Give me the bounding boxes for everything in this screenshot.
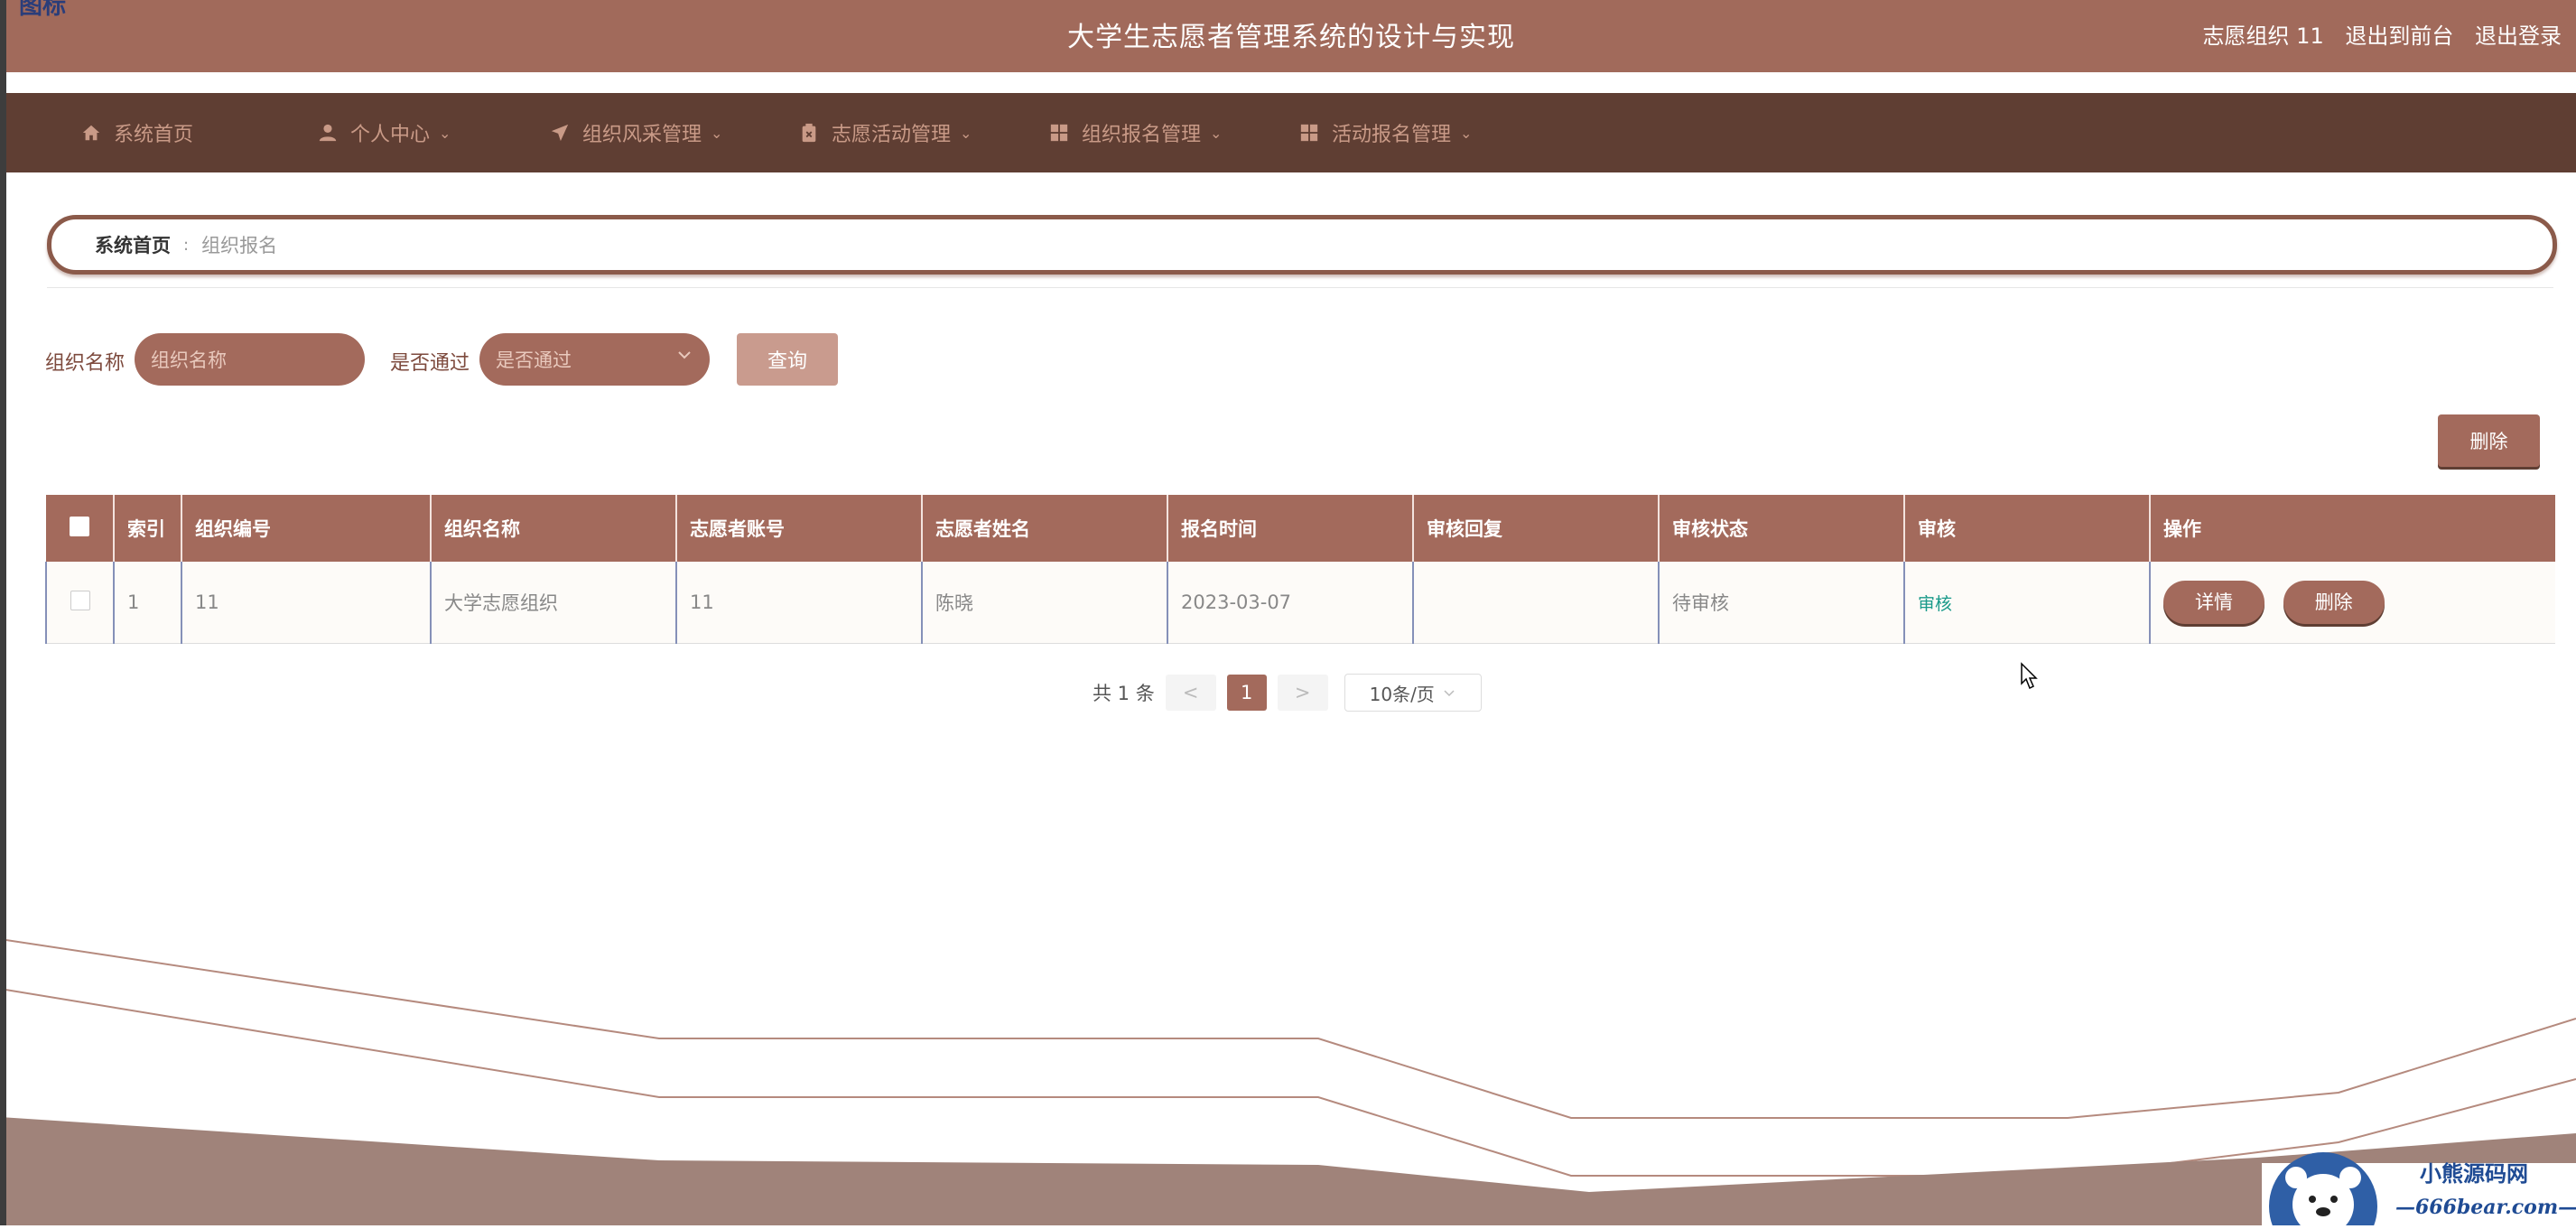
chevron-down-icon bbox=[1444, 690, 1455, 697]
page-size-value: 10条/页 bbox=[1369, 683, 1435, 705]
pass-placeholder: 是否通过 bbox=[496, 349, 572, 371]
nav-item-org-style[interactable]: 组织风采管理 ⌄ bbox=[550, 93, 722, 172]
page-size-select[interactable]: 10条/页 bbox=[1344, 674, 1482, 712]
user-icon bbox=[319, 124, 337, 142]
page-number[interactable]: 1 bbox=[1226, 675, 1267, 711]
batch-delete-button[interactable]: 删除 bbox=[2438, 414, 2540, 467]
org-name-input[interactable]: 组织名称 bbox=[135, 333, 365, 386]
column-header: 索引 bbox=[113, 495, 181, 562]
prev-page-button[interactable]: < bbox=[1165, 675, 1216, 711]
clipboard-icon bbox=[802, 123, 816, 143]
nav-label: 组织风采管理 bbox=[582, 124, 702, 146]
detail-button[interactable]: 详情 bbox=[2163, 581, 2264, 624]
column-header: 组织编号 bbox=[181, 495, 431, 562]
cell-index: 1 bbox=[113, 562, 181, 644]
breadcrumb-home[interactable]: 系统首页 bbox=[95, 231, 171, 258]
chevron-down-icon: ⌄ bbox=[439, 124, 451, 142]
chevron-down-icon: ⌄ bbox=[1460, 124, 1473, 142]
watermark-url: —666bear.com— bbox=[2395, 1196, 2576, 1219]
logout-link[interactable]: 退出登录 bbox=[2475, 23, 2562, 49]
column-header: 审核回复 bbox=[1412, 495, 1659, 562]
nav-item-volunteer-activity[interactable]: 志愿活动管理 ⌄ bbox=[799, 93, 972, 172]
nav-item-org-signup[interactable]: 组织报名管理 ⌄ bbox=[1049, 93, 1222, 172]
bear-logo-icon: 小熊源码网 —666bear.com— bbox=[2262, 1152, 2576, 1229]
select-all-cell bbox=[46, 495, 114, 562]
next-page-button[interactable]: > bbox=[1277, 675, 1328, 711]
org-name-label: 组织名称 bbox=[45, 352, 126, 375]
cell-status: 待审核 bbox=[1658, 562, 1904, 644]
nav-item-activity-signup[interactable]: 活动报名管理 ⌄ bbox=[1299, 93, 1472, 172]
chevron-down-icon: ⌄ bbox=[960, 124, 972, 142]
nav-label: 个人中心 bbox=[350, 124, 431, 146]
grid-icon bbox=[1300, 124, 1318, 142]
grid-icon bbox=[1050, 124, 1068, 142]
audit-link[interactable]: 审核 bbox=[1918, 594, 1952, 614]
cell-reply bbox=[1412, 562, 1659, 644]
table-row: 1 11 大学志愿组织 11 陈晓 2023-03-07 待审核 审核 详情 删… bbox=[45, 562, 2555, 644]
user-area: 志愿组织 11 退出到前台 退出登录 bbox=[2189, 18, 2562, 50]
column-header: 志愿者姓名 bbox=[921, 495, 1167, 562]
pass-label: 是否通过 bbox=[390, 352, 470, 375]
org-name-placeholder: 组织名称 bbox=[151, 349, 227, 371]
cell-actions: 详情 删除 bbox=[2149, 562, 2555, 644]
nav-label: 组织报名管理 bbox=[1082, 124, 1202, 146]
watermark-title: 小熊源码网 bbox=[2420, 1160, 2528, 1187]
decorative-background-waves bbox=[0, 938, 2576, 1225]
total-count: 共 1 条 bbox=[1093, 683, 1155, 704]
column-header: 志愿者账号 bbox=[675, 495, 922, 562]
column-header: 操作 bbox=[2149, 495, 2555, 562]
nav-label: 活动报名管理 bbox=[1332, 124, 1452, 146]
pagination: 共 1 条 < 1 > 10条/页 bbox=[1093, 674, 1482, 712]
home-icon bbox=[82, 125, 100, 141]
row-checkbox[interactable] bbox=[70, 590, 90, 610]
signup-table: 索引 组织编号 组织名称 志愿者账号 志愿者姓名 报名时间 审核回复 审核状态 … bbox=[45, 495, 2555, 644]
cell-time: 2023-03-07 bbox=[1167, 562, 1413, 644]
cell-org-name: 大学志愿组织 bbox=[430, 562, 676, 644]
table-header-row: 索引 组织编号 组织名称 志愿者账号 志愿者姓名 报名时间 审核回复 审核状态 … bbox=[46, 495, 2555, 562]
current-user: 志愿组织 11 bbox=[2202, 23, 2324, 49]
send-icon bbox=[551, 124, 569, 142]
chevron-down-icon: ⌄ bbox=[711, 124, 723, 142]
nav-item-profile[interactable]: 个人中心 ⌄ bbox=[318, 93, 451, 172]
column-header: 组织名称 bbox=[430, 495, 676, 562]
query-button[interactable]: 查询 bbox=[737, 333, 838, 386]
breadcrumb: 系统首页 : 组织报名 bbox=[47, 215, 2557, 275]
cell-org-no: 11 bbox=[181, 562, 431, 644]
chevron-down-icon: ⌄ bbox=[1210, 124, 1223, 142]
window-edge bbox=[0, 0, 6, 1225]
mouse-cursor bbox=[2021, 662, 2038, 690]
chevron-down-icon bbox=[675, 346, 693, 368]
exit-to-front-link[interactable]: 退出到前台 bbox=[2345, 23, 2453, 49]
divider bbox=[47, 287, 2553, 288]
column-header: 报名时间 bbox=[1167, 495, 1413, 562]
cell-account: 11 bbox=[675, 562, 922, 644]
select-all-checkbox[interactable] bbox=[70, 516, 89, 536]
nav-label: 系统首页 bbox=[114, 124, 194, 146]
nav-label: 志愿活动管理 bbox=[832, 124, 952, 146]
main-nav: 系统首页 个人中心 ⌄ 组织风采管理 ⌄ 志愿活动管理 ⌄ 组织报名管理 ⌄ 活… bbox=[6, 93, 2576, 172]
pass-select[interactable]: 是否通过 bbox=[479, 333, 710, 386]
breadcrumb-current: 组织报名 bbox=[201, 235, 278, 256]
row-delete-button[interactable]: 删除 bbox=[2283, 581, 2385, 624]
breadcrumb-separator: : bbox=[183, 235, 190, 255]
cell-name: 陈晓 bbox=[921, 562, 1167, 644]
nav-item-home[interactable]: 系统首页 bbox=[81, 93, 193, 172]
row-select-cell bbox=[45, 562, 114, 644]
column-header: 审核状态 bbox=[1658, 495, 1904, 562]
column-header: 审核 bbox=[1903, 495, 2150, 562]
watermark: 小熊源码网 —666bear.com— bbox=[2262, 1145, 2576, 1229]
top-header: 图标 大学生志愿者管理系统的设计与实现 志愿组织 11 退出到前台 退出登录 bbox=[6, 0, 2576, 72]
cell-audit: 审核 bbox=[1903, 562, 2150, 644]
